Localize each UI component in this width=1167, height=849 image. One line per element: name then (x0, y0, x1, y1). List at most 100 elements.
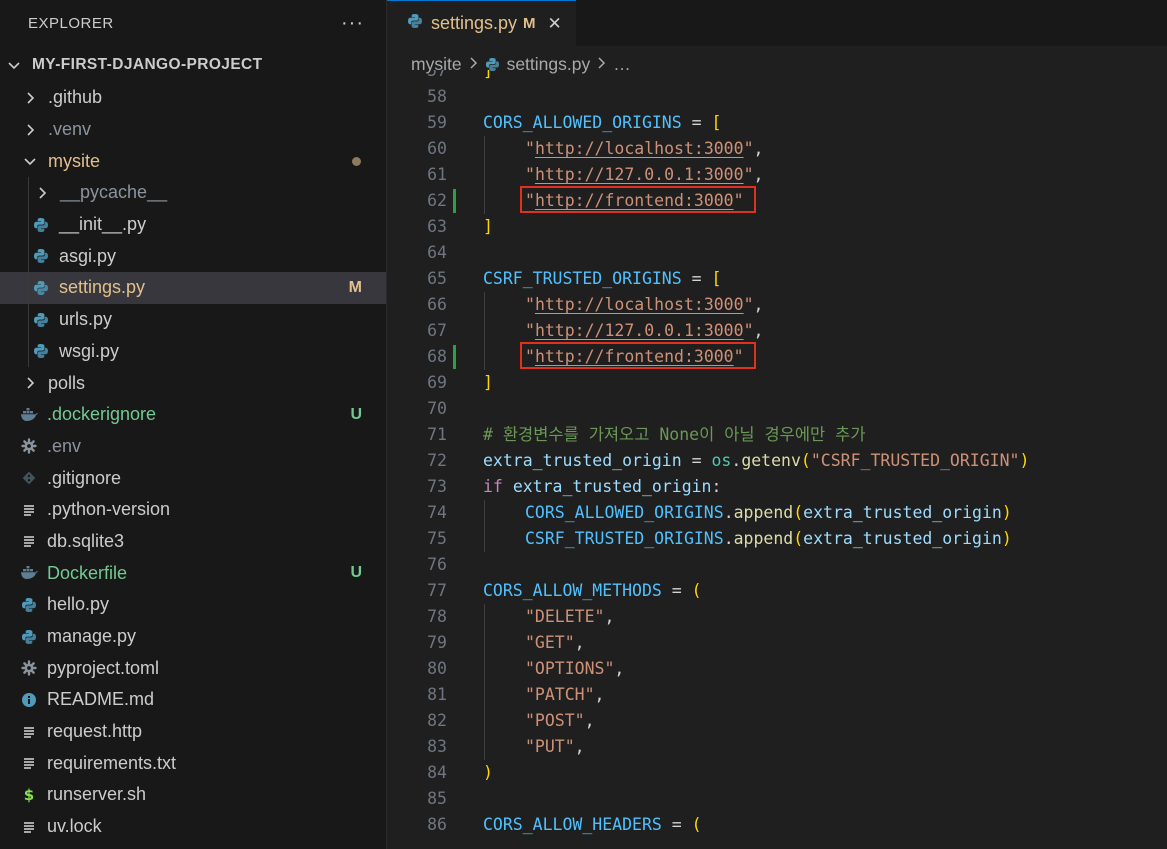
tree-item-request-http[interactable]: request.http (0, 716, 386, 748)
line-number: 86 (427, 815, 447, 834)
chevron-down-icon (22, 154, 38, 168)
line-number: 82 (427, 711, 447, 730)
tree-item-pyproject-toml[interactable]: pyproject.toml (0, 652, 386, 684)
python-icon (20, 596, 38, 614)
lines-icon (20, 754, 38, 772)
chevron-right-icon (22, 123, 38, 137)
code-token: , (753, 139, 764, 158)
line-number: 67 (427, 321, 447, 340)
tab-modified-badge: M (523, 15, 536, 32)
python-icon (32, 247, 50, 265)
tree-item-label: pyproject.toml (47, 657, 160, 678)
line-number: 60 (427, 139, 447, 158)
tree-item-pycache[interactable]: __pycache__ (0, 177, 386, 209)
tree-item-label: settings.py (59, 277, 146, 298)
code-text: "http://localhost:3000", (525, 136, 763, 162)
explorer-sidebar: EXPLORER ··· MY-FIRST-DJANGO-PROJECT .gi… (0, 0, 387, 849)
tree-item-asgi-py[interactable]: asgi.py (0, 240, 386, 273)
tree-item-dockerignore[interactable]: .dockerignore U (0, 399, 386, 431)
tree-item-venv[interactable]: .venv (0, 114, 386, 146)
tab-settings-py[interactable]: settings.py M ✕ (387, 0, 576, 46)
tree-item-polls[interactable]: polls (0, 367, 386, 399)
code-text: CORS_ALLOWED_ORIGINS = [ (483, 110, 721, 136)
tree-item-manage-py[interactable]: manage.py (0, 621, 386, 653)
tree-item-runserver-sh[interactable]: $ runserver.sh (0, 779, 386, 811)
tree-item-label: wsgi.py (59, 340, 120, 361)
indent-guide (484, 500, 485, 526)
code-line: 64 (387, 240, 1167, 266)
code-token: " (743, 321, 754, 340)
code-token: ( (793, 529, 804, 548)
tree-item-dockerfile[interactable]: Dockerfile U (0, 557, 386, 589)
indent-guide (484, 162, 485, 188)
tree-item-init-py[interactable]: __init__.py (0, 208, 386, 241)
git-status-badge: U (350, 405, 362, 423)
line-number: 81 (427, 685, 447, 704)
code-line: 70 (387, 396, 1167, 422)
code-token: ) (1019, 451, 1030, 470)
line-number: 61 (427, 165, 447, 184)
line-number: 63 (427, 217, 447, 236)
tree-item-env[interactable]: .env (0, 431, 386, 463)
code-token: ) (483, 763, 493, 782)
code-token: ] (483, 70, 493, 80)
tree-item-label: Dockerfile (47, 562, 128, 583)
indent-guide (28, 208, 29, 241)
tree-item-label: __init__.py (59, 214, 147, 235)
code-token: CORS_ALLOW_HEADERS (483, 815, 662, 834)
tree-item-readme-md[interactable]: README.md (0, 684, 386, 716)
tree-item-hello-py[interactable]: hello.py (0, 589, 386, 621)
tree-item-db-sqlite3[interactable]: db.sqlite3 (0, 526, 386, 558)
indent-guide (484, 708, 485, 734)
code-line: 79 "GET", (387, 630, 1167, 656)
tree-item-wsgi-py[interactable]: wsgi.py (0, 335, 386, 368)
gear-icon (20, 437, 38, 455)
code-token: " (743, 165, 754, 184)
close-icon[interactable]: ✕ (548, 14, 562, 34)
code-token: ( (793, 503, 804, 522)
indent-guide (484, 526, 485, 552)
indent-guide (484, 344, 485, 370)
code-token: = (661, 581, 692, 600)
tree-item-uv-lock[interactable]: uv.lock (0, 811, 386, 843)
tree-item-settings-py[interactable]: settings.py M (0, 272, 386, 304)
tree-item-python-version[interactable]: .python-version (0, 494, 386, 526)
code-token: , (574, 633, 585, 652)
code-token: = (681, 451, 712, 470)
code-token: ] (483, 217, 493, 236)
more-actions-button[interactable]: ··· (341, 12, 364, 35)
code-token: "CSRF_TRUSTED_ORIGIN" (810, 451, 1020, 470)
tree-item-gitignore[interactable]: .gitignore (0, 462, 386, 494)
line-number: 78 (427, 607, 447, 626)
tree-item-urls-py[interactable]: urls.py (0, 303, 386, 336)
code-token: ( (691, 815, 702, 834)
code-text: # 환경변수를 가져오고 None이 아닐 경우에만 추가 (483, 422, 866, 448)
tree-item-requirements-txt[interactable]: requirements.txt (0, 747, 386, 779)
line-number: 68 (427, 347, 447, 366)
lines-icon (20, 723, 38, 741)
code-text: ] (483, 370, 493, 396)
code-token: os (711, 451, 732, 470)
code-line: 57] (387, 70, 1167, 84)
code-token: if (483, 477, 503, 496)
line-number: 73 (427, 477, 447, 496)
code-text: "DELETE", (525, 604, 614, 630)
indent-guide (484, 604, 485, 630)
project-folder-row[interactable]: MY-FIRST-DJANGO-PROJECT (0, 48, 386, 82)
code-token: = (661, 815, 692, 834)
code-token: , (753, 295, 764, 314)
code-line: 59 CORS_ALLOWED_ORIGINS = [ (387, 110, 1167, 136)
tree-item-label: .gitignore (47, 467, 122, 488)
code-line: 74 CORS_ALLOWED_ORIGINS.append(extra_trus… (387, 500, 1167, 526)
code-token: ) (1001, 529, 1012, 548)
editor-area: settings.py M ✕ mysite settings.py … 57]… (387, 0, 1167, 849)
tab-bar: settings.py M ✕ (387, 0, 1167, 46)
indent-guide (28, 272, 29, 304)
code-line: 72 extra_trusted_origin = os.getenv("CSRF… (387, 448, 1167, 474)
code-line: 61 "http://127.0.0.1:3000", (387, 162, 1167, 188)
tree-item-mysite[interactable]: mysite (0, 145, 386, 177)
tree-item-github[interactable]: .github (0, 82, 386, 114)
code-token: , (753, 165, 764, 184)
code-editor[interactable]: 57] 58 59 CORS_ALLOWED_ORIGINS = [60 "http:/… (387, 70, 1167, 849)
python-icon (32, 342, 50, 360)
